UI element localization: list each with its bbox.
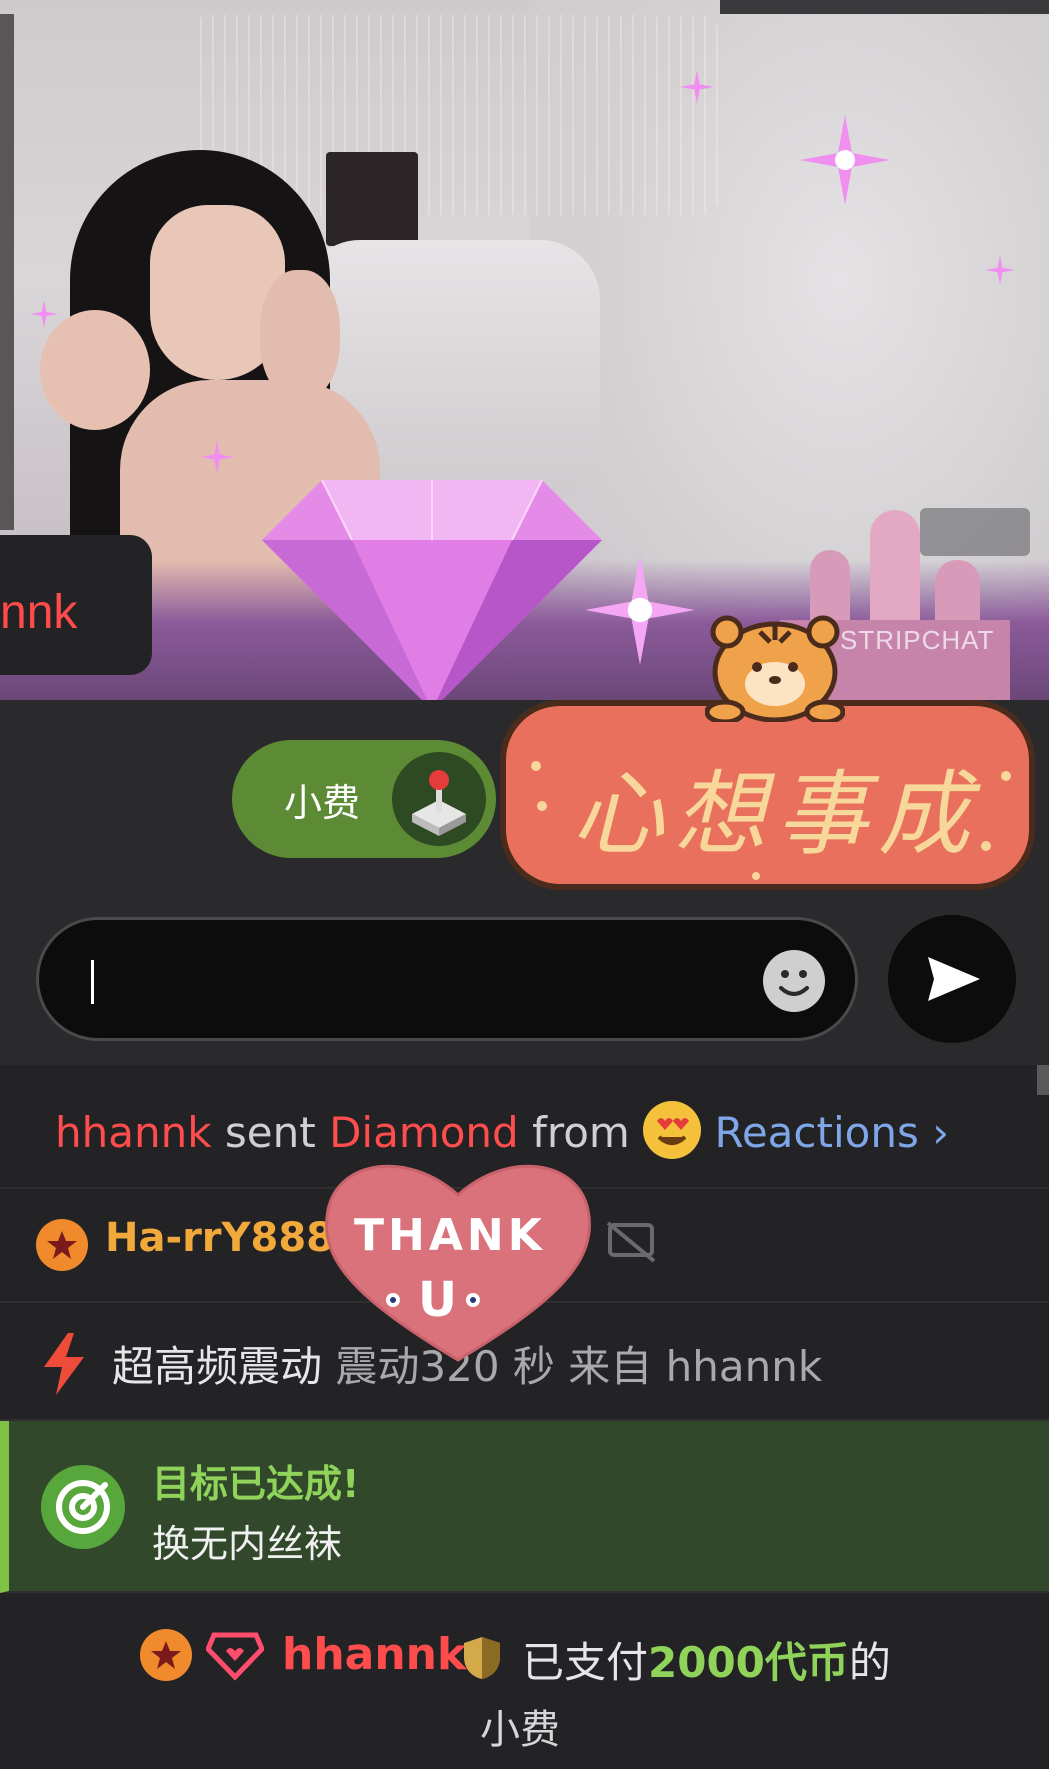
goal-description: 换无内丝袜 <box>152 1522 343 1566</box>
tip-button[interactable]: 小费 <box>232 740 496 858</box>
tip-label: 小费 <box>480 1707 560 1753</box>
overlay-notification-ghost <box>920 508 1030 556</box>
heart-eyes-emoji-icon <box>643 1101 702 1159</box>
reactions-link[interactable]: Reactions <box>715 1108 919 1157</box>
left-edge-panel <box>0 14 14 530</box>
sparkle-icon <box>800 115 890 205</box>
vibration-username[interactable]: hhannk <box>666 1342 823 1391</box>
reaction-sent-text: sent <box>224 1108 316 1157</box>
lightning-icon <box>44 1333 84 1395</box>
sparkle-icon <box>30 300 58 328</box>
tip-amount: 2000代币 <box>648 1638 849 1687</box>
star-badge-icon <box>36 1219 88 1271</box>
shield-icon <box>464 1637 500 1679</box>
emoji-picker-icon[interactable] <box>763 950 825 1012</box>
joystick-icon[interactable] <box>392 752 486 846</box>
tip-paid-prefix: 已支付 <box>522 1638 649 1687</box>
thank-you-sticker: THANK U <box>318 1150 598 1365</box>
sparkle-icon <box>985 255 1015 285</box>
chat-message-input[interactable] <box>36 917 858 1041</box>
sparkle-icon <box>585 555 695 665</box>
chat-hidden-icon[interactable] <box>606 1219 656 1265</box>
tiger-icon <box>705 615 845 722</box>
chevron-right-icon[interactable]: › <box>932 1108 949 1157</box>
watermark: STRIPCHAT <box>840 625 995 655</box>
tip-button-label: 小费 <box>284 780 361 825</box>
vibration-level: 超高频震动 <box>112 1342 323 1391</box>
streamer-name-overlay: nnk <box>0 535 152 675</box>
wish-sticker-animation: 心想事成 <box>500 700 1040 900</box>
sparkle-icon <box>680 70 714 104</box>
goal-reached-message: 目标已达成! 换无内丝袜 <box>0 1421 1049 1593</box>
thank-text: THANK <box>354 1210 546 1261</box>
thank-u-text: U <box>418 1272 457 1328</box>
chat-username[interactable]: Ha-rrY888 <box>105 1215 334 1261</box>
tip-paid-suffix: 的 <box>848 1638 891 1687</box>
target-icon <box>41 1465 125 1549</box>
tip-username[interactable]: hhannk <box>282 1629 466 1680</box>
send-arrow-icon <box>928 957 980 1001</box>
text-caret <box>91 960 94 1004</box>
video-stream[interactable]: STRIPCHAT nnk <box>0 0 1049 700</box>
reaction-username[interactable]: hhannk <box>55 1108 212 1157</box>
star-badge-icon <box>140 1629 192 1681</box>
top-status-bar <box>720 0 1049 14</box>
diamond-heart-icon <box>206 1632 264 1681</box>
tip-message: hhannk 已支付2000代币的 小费 <box>0 1593 1049 1769</box>
diamond-gift-animation <box>262 479 602 700</box>
sticker-text: 心想事成 <box>572 761 981 868</box>
streamer-name-text: nnk <box>0 586 78 639</box>
goal-title: 目标已达成! <box>152 1462 360 1506</box>
sparkle-icon <box>200 440 234 474</box>
send-button[interactable] <box>888 915 1016 1043</box>
